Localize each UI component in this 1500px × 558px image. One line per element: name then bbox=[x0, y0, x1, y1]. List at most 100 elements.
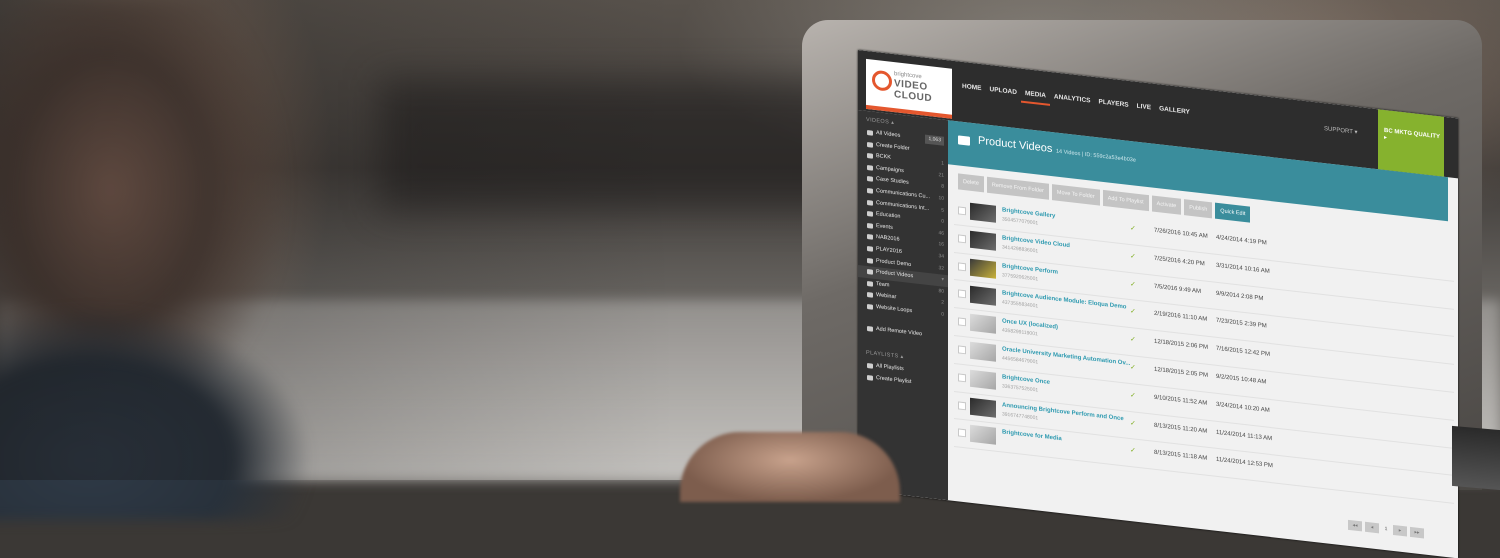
video-thumbnail[interactable] bbox=[970, 202, 996, 223]
prev-page-button[interactable]: ◂ bbox=[1365, 521, 1379, 534]
folder-count: 10 bbox=[938, 195, 944, 202]
sidebar-label: All Videos bbox=[876, 130, 901, 139]
check-icon: ✓ bbox=[1130, 336, 1136, 344]
video-updated-date: 7/23/2015 2:39 PM bbox=[1216, 318, 1267, 330]
list-icon bbox=[867, 363, 873, 369]
brightcove-logo-icon bbox=[872, 69, 892, 92]
row-checkbox[interactable] bbox=[958, 428, 966, 438]
hand bbox=[680, 432, 900, 502]
row-checkbox[interactable] bbox=[958, 373, 966, 383]
folder-count: 1 bbox=[941, 160, 944, 167]
video-thumbnail[interactable] bbox=[970, 425, 996, 446]
folder-icon bbox=[867, 187, 873, 194]
current-page: 1 bbox=[1384, 525, 1388, 533]
sidebar-label: Team bbox=[876, 280, 890, 289]
sidebar-label: Website Loops bbox=[876, 303, 913, 315]
video-thumbnail[interactable] bbox=[970, 258, 996, 279]
check-icon: ✓ bbox=[1130, 447, 1136, 456]
video-name-link[interactable]: Brightcove for Media bbox=[1002, 430, 1062, 443]
move-to-folder-button[interactable]: Move To Folder bbox=[1051, 184, 1100, 206]
delete-button[interactable]: Delete bbox=[958, 173, 984, 193]
video-created-date: 12/18/2015 2:06 PM bbox=[1154, 338, 1209, 352]
sidebar-label: NAB2016 bbox=[876, 234, 900, 244]
sidebar-label: PLAY2016 bbox=[876, 245, 902, 255]
pagination: ◂◂ ◂ 1 ▸ ▸▸ bbox=[1348, 519, 1424, 539]
sidebar-label: All Playlists bbox=[876, 363, 904, 373]
video-thumbnail[interactable] bbox=[970, 341, 996, 362]
nav-players[interactable]: PLAYERS bbox=[1095, 95, 1133, 113]
folder-icon bbox=[867, 222, 873, 229]
video-created-date: 7/25/2016 4:20 PM bbox=[1154, 255, 1205, 268]
folder-count: 0 bbox=[941, 311, 944, 318]
sidebar-label: Create Folder bbox=[876, 141, 910, 152]
plus-icon bbox=[867, 141, 873, 148]
folder-icon bbox=[867, 292, 873, 299]
nav-analytics[interactable]: ANALYTICS bbox=[1050, 90, 1095, 109]
video-thumbnail[interactable] bbox=[970, 313, 996, 334]
support-menu[interactable]: SUPPORT ▾ bbox=[1324, 125, 1357, 136]
folder-icon bbox=[867, 245, 873, 252]
video-created-date: 9/10/2015 11:52 AM bbox=[1154, 394, 1208, 407]
brightcove-logo[interactable]: brightcove VIDEO CLOUD bbox=[866, 58, 952, 119]
folder-count: 16 bbox=[938, 241, 944, 249]
video-updated-date: 11/24/2014 12:53 PM bbox=[1216, 457, 1273, 470]
check-icon: ✓ bbox=[1130, 308, 1136, 317]
row-checkbox[interactable] bbox=[958, 234, 966, 244]
first-page-button[interactable]: ◂◂ bbox=[1348, 519, 1362, 532]
video-created-date: 8/13/2015 11:20 AM bbox=[1154, 422, 1208, 435]
row-checkbox[interactable] bbox=[958, 317, 966, 327]
laptop-keyboard bbox=[1452, 425, 1500, 555]
folder-icon bbox=[867, 303, 873, 310]
account-menu[interactable]: BC MKTG QUALITY ▸ bbox=[1378, 109, 1444, 177]
sidebar-label: Product Videos bbox=[876, 269, 914, 280]
add-to-playlist-button[interactable]: Add To Playlist bbox=[1102, 189, 1149, 212]
nav-upload[interactable]: UPLOAD bbox=[986, 83, 1021, 101]
sidebar-label: Create Playlist bbox=[876, 374, 912, 385]
row-checkbox[interactable] bbox=[958, 261, 966, 271]
video-thumbnail[interactable] bbox=[970, 230, 996, 251]
video-updated-date: 9/9/2014 2:08 PM bbox=[1216, 290, 1264, 302]
folder-meta: 14 Videos | ID: 559c2a53e4b03e bbox=[1056, 148, 1136, 164]
remove-from-folder-button[interactable]: Remove From Folder bbox=[986, 176, 1049, 200]
nav-gallery[interactable]: GALLERY bbox=[1155, 102, 1194, 120]
check-icon: ✓ bbox=[1130, 252, 1136, 261]
all-videos-count: 1,063 bbox=[925, 134, 944, 146]
quick-edit-button[interactable]: Quick Edit bbox=[1215, 202, 1251, 223]
video-id: 4456584679001 bbox=[1002, 355, 1039, 366]
video-created-date: 7/26/2016 10:45 AM bbox=[1154, 227, 1208, 240]
folder-count: 46 bbox=[938, 229, 944, 237]
plus-icon bbox=[867, 374, 873, 381]
folder-count: 2 bbox=[941, 299, 944, 307]
check-icon: ✓ bbox=[1130, 391, 1136, 400]
check-icon: ✓ bbox=[1130, 419, 1136, 428]
last-page-button[interactable]: ▸▸ bbox=[1410, 526, 1424, 539]
sidebar-label: Campaigns bbox=[876, 164, 904, 175]
video-created-date: 2/19/2016 11:10 AM bbox=[1154, 311, 1208, 324]
row-checkbox[interactable] bbox=[958, 345, 966, 355]
person-shirt bbox=[0, 260, 410, 520]
check-icon: ✓ bbox=[1130, 280, 1136, 289]
row-checkbox[interactable] bbox=[958, 206, 966, 216]
sidebar-label: Webinar bbox=[876, 292, 897, 301]
video-thumbnail[interactable] bbox=[970, 369, 996, 390]
nav-home[interactable]: HOME bbox=[958, 79, 986, 96]
nav-live[interactable]: LIVE bbox=[1133, 99, 1155, 116]
video-icon bbox=[867, 130, 873, 136]
video-updated-date: 11/24/2014 11:13 AM bbox=[1216, 429, 1273, 442]
folder-count: 5 bbox=[941, 207, 944, 214]
row-checkbox[interactable] bbox=[958, 400, 966, 410]
video-thumbnail[interactable] bbox=[970, 286, 996, 307]
activate-button[interactable]: Activate bbox=[1151, 195, 1182, 215]
laptop: brightcove VIDEO CLOUD HOME UPLOAD MEDIA… bbox=[802, 20, 1500, 558]
folder-icon bbox=[867, 199, 873, 206]
next-page-button[interactable]: ▸ bbox=[1393, 524, 1407, 537]
nav-media[interactable]: MEDIA bbox=[1020, 86, 1050, 106]
sidebar-label: BCKK bbox=[876, 153, 891, 161]
video-created-date: 12/18/2015 2:05 PM bbox=[1154, 366, 1209, 379]
publish-button[interactable]: Publish bbox=[1184, 199, 1213, 219]
row-checkbox[interactable] bbox=[958, 289, 966, 299]
video-id: 3363757525001 bbox=[1002, 383, 1039, 394]
sidebar-label: Product Demo bbox=[876, 257, 912, 268]
video-thumbnail[interactable] bbox=[970, 397, 996, 418]
folder-count: 34 bbox=[938, 253, 944, 260]
